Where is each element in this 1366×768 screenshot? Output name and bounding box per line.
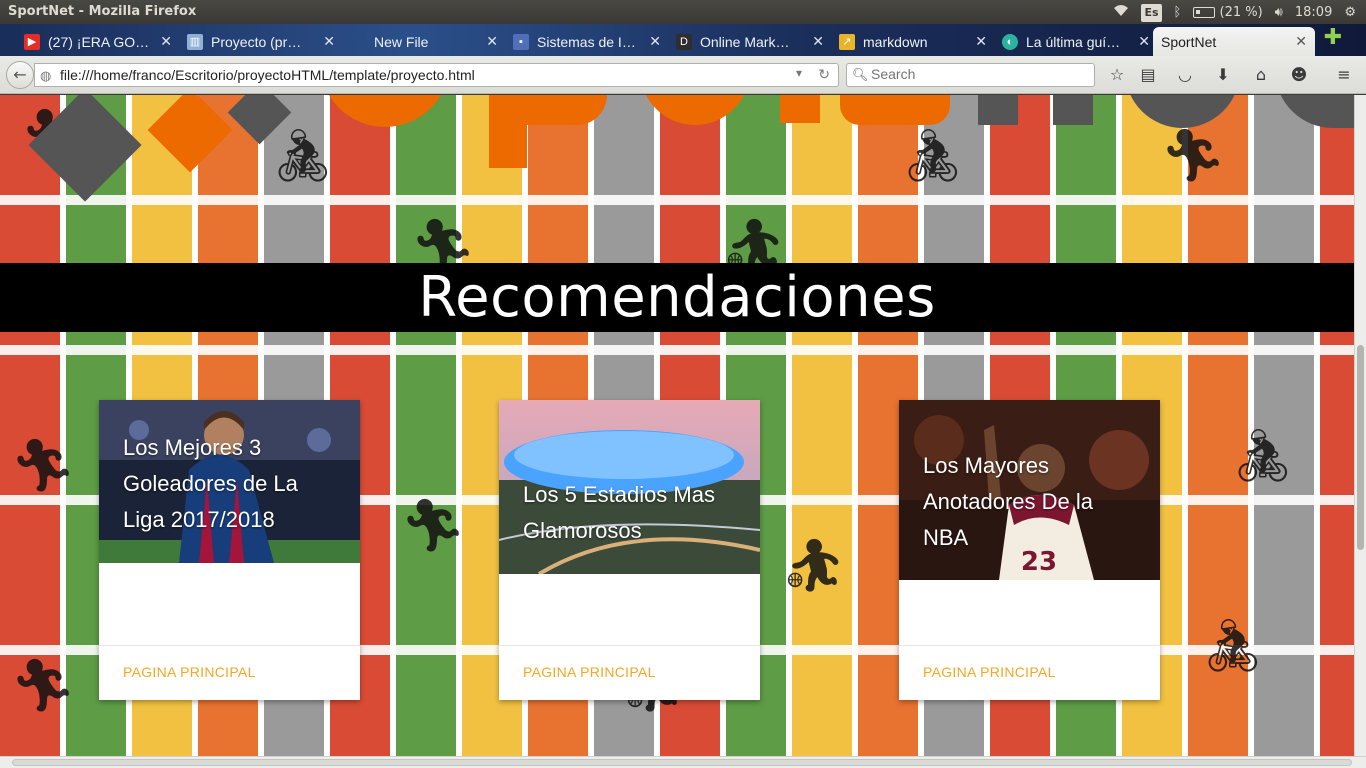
card-action: PAGINA PRINCIPAL: [899, 645, 1160, 700]
bookmark-star-icon[interactable]: ☆: [1107, 65, 1127, 85]
contact-icon: ▪: [513, 33, 529, 50]
indicator-area: Es ᛒ (21 %) 🔊︎ 18:09 ⚙: [1113, 3, 1356, 23]
card-title: Los 5 Estadios Mas Glamorosos: [523, 482, 715, 543]
trello-icon: ▥: [187, 33, 203, 50]
tab-strip: ▶ (27) ¡ERA GO… ✕ ▥ Proyecto (pr… ✕ New …: [0, 24, 1366, 56]
recommendation-card[interactable]: Los 5 Estadios Mas Glamorosos PAGINA PRI…: [499, 400, 760, 700]
battery-percentage: (21 %): [1219, 5, 1263, 20]
runner-silhouette-icon: 🏃︎: [10, 436, 77, 496]
runner-silhouette-icon: 🏃︎: [10, 656, 77, 716]
tab-markdown[interactable]: ↗ markdown ✕: [833, 27, 995, 56]
back-button[interactable]: ←: [6, 61, 34, 89]
vertical-scrollbar[interactable]: [1354, 95, 1366, 756]
tab-youtube[interactable]: ▶ (27) ¡ERA GO… ✕: [18, 27, 180, 56]
power-gear-icon[interactable]: ⚙: [1344, 4, 1356, 22]
volume-icon[interactable]: 🔊︎: [1275, 4, 1283, 22]
file-icon: [350, 34, 366, 50]
history-dropdown-icon[interactable]: ▾: [796, 66, 802, 80]
battery-icon: [1193, 7, 1216, 18]
search-icon: 🔍︎: [852, 67, 869, 82]
main-page-link[interactable]: PAGINA PRINCIPAL: [923, 664, 1056, 680]
card-title: Los Mayores Anotadores De la NBA: [923, 453, 1093, 550]
battery-indicator[interactable]: (21 %): [1193, 4, 1263, 22]
pocket-icon[interactable]: ◡: [1175, 65, 1195, 85]
bluetooth-icon[interactable]: ᛒ: [1174, 4, 1182, 22]
wifi-icon[interactable]: [1113, 3, 1129, 23]
main-page-link[interactable]: PAGINA PRINCIPAL: [123, 664, 256, 680]
dillinger-icon: D: [676, 33, 692, 50]
horizontal-scrollbar[interactable]: [0, 756, 1366, 768]
tab-sistemas[interactable]: ▪ Sistemas de I… ✕: [507, 27, 669, 56]
close-icon[interactable]: ✕: [1138, 33, 1150, 50]
runner-silhouette-icon: 🏃︎: [400, 496, 467, 556]
new-tab-button[interactable]: ✚: [1323, 27, 1343, 49]
close-icon[interactable]: ✕: [1295, 33, 1307, 50]
tab-trello[interactable]: ▥ Proyecto (pr… ✕: [181, 27, 343, 56]
logo-diamond: [227, 95, 292, 145]
cyclist-silhouette-icon: 🚴︎: [1200, 616, 1267, 676]
main-page-link[interactable]: PAGINA PRINCIPAL: [523, 664, 656, 680]
clock[interactable]: 18:09: [1295, 4, 1332, 22]
recommendation-card[interactable]: 23 Los Mayores Anotadores De la NBA PAGI…: [899, 400, 1160, 700]
url-text: file:///home/franco/Escritorio/proyectoH…: [60, 67, 475, 83]
youtube-icon: ▶: [24, 33, 40, 50]
reload-icon[interactable]: ↻: [818, 66, 830, 83]
close-icon[interactable]: ✕: [160, 33, 172, 50]
logo-letter: [840, 95, 950, 125]
logo-letter: [1053, 95, 1093, 125]
site-logo: [0, 95, 1354, 205]
search-input[interactable]: [871, 66, 1086, 82]
close-icon[interactable]: ✕: [812, 33, 824, 50]
url-bar[interactable]: ◍ file:///home/franco/Escritorio/proyect…: [34, 63, 839, 87]
logo-letter: [489, 95, 527, 168]
logo-letter: [527, 95, 607, 125]
scrollbar-thumb[interactable]: [1357, 345, 1364, 550]
hello-chat-icon[interactable]: ☻: [1289, 65, 1309, 85]
card-title: Los Mejores 3 Goleadores de La Liga 2017…: [123, 435, 298, 532]
scrollbar-thumb[interactable]: [12, 759, 1352, 766]
logo-letter: [1275, 95, 1354, 128]
navigation-toolbar: ← ◍ file:///home/franco/Escritorio/proye…: [0, 56, 1366, 94]
tab-ultima-guia[interactable]: ◐ La última guí… ✕: [996, 27, 1158, 56]
markdown-icon: ↗: [839, 33, 855, 50]
logo-letter: [1125, 95, 1240, 128]
logo-letter: [780, 95, 820, 123]
tab-sportnet[interactable]: SportNet ✕: [1153, 27, 1315, 56]
section-banner: Recomendaciones: [0, 263, 1354, 332]
globe-icon: ◍: [40, 68, 52, 83]
window-title: SportNet - Mozilla Firefox: [8, 4, 197, 19]
card-action: PAGINA PRINCIPAL: [99, 645, 360, 700]
logo-letter: [320, 95, 450, 127]
os-top-panel: SportNet - Mozilla Firefox Es ᛒ (21 %) 🔊…: [0, 0, 1366, 24]
cloud-icon: ◐: [1002, 33, 1018, 50]
tab-label: SportNet: [1161, 33, 1217, 50]
close-icon[interactable]: ✕: [975, 33, 987, 50]
logo-letter: [978, 95, 1018, 125]
tab-new-file[interactable]: New File ✕: [344, 27, 506, 56]
logo-diamond: [28, 95, 142, 202]
card-action: PAGINA PRINCIPAL: [499, 645, 760, 700]
close-icon[interactable]: ✕: [323, 33, 335, 50]
menu-icon[interactable]: ≡: [1334, 65, 1354, 85]
close-icon[interactable]: ✕: [486, 33, 498, 50]
recommendation-card[interactable]: Los Mejores 3 Goleadores de La Liga 2017…: [99, 400, 360, 700]
keyboard-layout-indicator[interactable]: Es: [1141, 4, 1162, 22]
cyclist-silhouette-icon: 🚴︎: [1230, 426, 1297, 486]
tab-online-markdown[interactable]: D Online Mark… ✕: [670, 27, 832, 56]
page-viewport: 🏃︎ 🚴︎ 🏃︎ ⛹︎ 🚴︎ 🏃︎ 🚴︎ 🏃︎ 🏃︎ ⛹︎ 🚴︎ 🏃︎ ⛹︎ R…: [0, 95, 1354, 756]
reading-list-icon[interactable]: ▤: [1138, 65, 1158, 85]
logo-letter: [640, 95, 750, 125]
home-icon[interactable]: ⌂: [1251, 65, 1271, 85]
close-icon[interactable]: ✕: [649, 33, 661, 50]
logo-diamond: [147, 95, 233, 173]
basketball-silhouette-icon: ⛹︎: [780, 536, 847, 596]
search-bar[interactable]: 🔍︎: [846, 63, 1095, 87]
section-heading: Recomendaciones: [418, 265, 936, 330]
download-icon[interactable]: ⬇: [1213, 65, 1233, 85]
